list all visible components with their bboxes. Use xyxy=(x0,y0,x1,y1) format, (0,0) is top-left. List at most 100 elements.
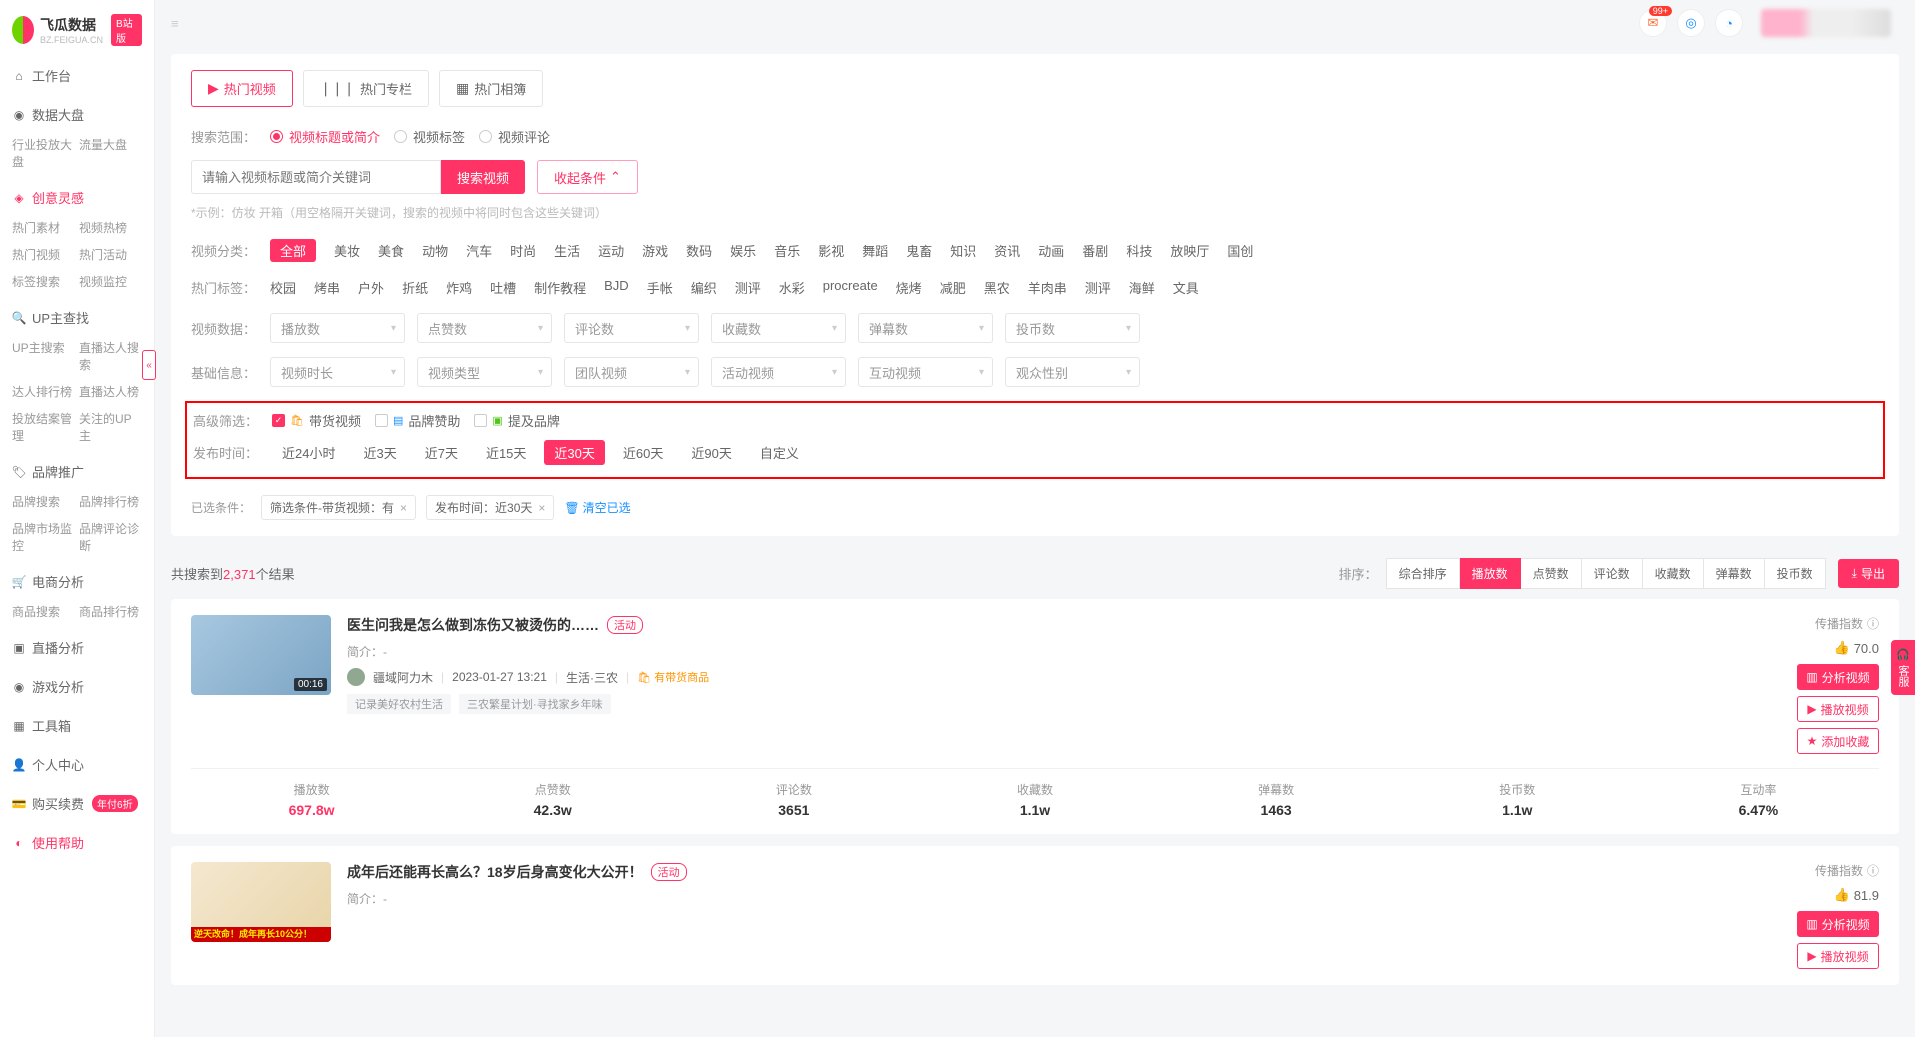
tag-item[interactable]: 测评 xyxy=(735,276,761,299)
sidebar-link[interactable]: 标签搜索 xyxy=(12,269,75,294)
sidebar-workstation[interactable]: ⌂工作台 xyxy=(12,58,142,93)
scope-title[interactable]: 视频标题或简介 xyxy=(270,127,380,146)
tag-item[interactable]: 羊肉串 xyxy=(1028,276,1067,299)
data-select[interactable]: 投币数 xyxy=(1005,313,1140,343)
sidebar-collapse-button[interactable]: « xyxy=(142,350,156,380)
sort-button[interactable]: 投币数 xyxy=(1765,558,1826,589)
data-select[interactable]: 弹幕数 xyxy=(858,313,993,343)
user-area[interactable] xyxy=(1753,9,1899,37)
data-select[interactable]: 点赞数 xyxy=(417,313,552,343)
sort-button[interactable]: 评论数 xyxy=(1582,558,1643,589)
data-select[interactable]: 播放数 xyxy=(270,313,405,343)
sidebar-ecom-head[interactable]: 🛒电商分析 xyxy=(12,564,142,599)
sidebar-purchase[interactable]: 💳购买续费年付6折 xyxy=(12,786,142,821)
category-item[interactable]: 生活 xyxy=(554,239,580,262)
remove-tag-icon[interactable]: × xyxy=(538,501,545,515)
export-button[interactable]: ⤓导出 xyxy=(1838,559,1899,588)
data-select[interactable]: 评论数 xyxy=(564,313,699,343)
video-thumbnail[interactable]: 逆天改命！成年再长10公分！ xyxy=(191,862,331,942)
action-button[interactable]: ▥分析视频 xyxy=(1797,664,1879,690)
category-item[interactable]: 汽车 xyxy=(466,239,492,262)
time-option[interactable]: 近24小时 xyxy=(272,440,345,465)
tag-item[interactable]: 编织 xyxy=(691,276,717,299)
info-select[interactable]: 视频类型 xyxy=(417,357,552,387)
tab-hot-album[interactable]: ▦热门相簿 xyxy=(439,70,543,107)
sidebar-live[interactable]: ▣直播分析 xyxy=(12,630,142,665)
tag-item[interactable]: 烧烤 xyxy=(896,276,922,299)
sidebar-link[interactable]: 达人排行榜 xyxy=(12,379,75,404)
info-select[interactable]: 活动视频 xyxy=(711,357,846,387)
sidebar-brand-head[interactable]: 🏷品牌推广 xyxy=(12,454,142,489)
video-title[interactable]: 医生问我是怎么做到冻伤又被烫伤的…… xyxy=(347,615,599,635)
category-item[interactable]: 动画 xyxy=(1038,239,1064,262)
remove-tag-icon[interactable]: × xyxy=(400,501,407,515)
sort-button[interactable]: 弹幕数 xyxy=(1704,558,1765,589)
video-title[interactable]: 成年后还能再长高么？18岁后身高变化大公开！ xyxy=(347,862,643,882)
scope-comment[interactable]: 视频评论 xyxy=(479,127,550,146)
sidebar-link[interactable]: 投放结案管理 xyxy=(12,406,75,448)
sidebar-link[interactable]: 热门活动 xyxy=(79,242,142,267)
check-goods-video[interactable]: ✓🛍带货视频 xyxy=(272,411,361,430)
category-item[interactable]: 全部 xyxy=(270,239,316,262)
sidebar-link[interactable]: 品牌搜索 xyxy=(12,489,75,514)
mail-notif[interactable]: ✉99+ xyxy=(1639,9,1667,37)
menu-toggle-icon[interactable]: ≡ xyxy=(171,16,179,31)
time-option[interactable]: 近90天 xyxy=(681,440,741,465)
info-select[interactable]: 视频时长 xyxy=(270,357,405,387)
action-button[interactable]: ▥分析视频 xyxy=(1797,911,1879,937)
tag-item[interactable]: 折纸 xyxy=(402,276,428,299)
sidebar-game[interactable]: ◉游戏分析 xyxy=(12,669,142,704)
action-button[interactable]: ▶播放视频 xyxy=(1797,696,1879,722)
category-item[interactable]: 美妆 xyxy=(334,239,360,262)
info-select[interactable]: 团队视频 xyxy=(564,357,699,387)
sidebar-link[interactable]: 直播达人搜索 xyxy=(79,335,142,377)
time-option[interactable]: 近7天 xyxy=(415,440,468,465)
time-option[interactable]: 近30天 xyxy=(544,440,604,465)
info-select[interactable]: 观众性别 xyxy=(1005,357,1140,387)
sort-button[interactable]: 点赞数 xyxy=(1521,558,1582,589)
sort-button[interactable]: 播放数 xyxy=(1460,558,1521,589)
info-icon[interactable]: ⓘ xyxy=(1867,615,1879,632)
category-item[interactable]: 放映厅 xyxy=(1170,239,1209,262)
category-item[interactable]: 鬼畜 xyxy=(906,239,932,262)
category-item[interactable]: 运动 xyxy=(598,239,624,262)
sidebar-link[interactable]: 流量大盘 xyxy=(79,132,142,174)
sidebar-link[interactable]: 品牌排行榜 xyxy=(79,489,142,514)
tag-item[interactable]: BJD xyxy=(604,276,629,299)
tag-item[interactable]: 校园 xyxy=(270,276,296,299)
sidebar-link[interactable]: 直播达人榜 xyxy=(79,379,142,404)
category-item[interactable]: 科技 xyxy=(1126,239,1152,262)
category-item[interactable]: 游戏 xyxy=(642,239,668,262)
category-item[interactable]: 音乐 xyxy=(774,239,800,262)
sidebar-data-head[interactable]: ◉数据大盘 xyxy=(12,97,142,132)
check-mention-brand[interactable]: ▣提及品牌 xyxy=(474,411,559,430)
category-item[interactable]: 影视 xyxy=(818,239,844,262)
action-button[interactable]: ★添加收藏 xyxy=(1797,728,1879,754)
time-option[interactable]: 近15天 xyxy=(476,440,536,465)
author-name[interactable]: 疆域阿力木 xyxy=(373,669,433,686)
sidebar-link[interactable]: 品牌评论诊断 xyxy=(79,516,142,558)
data-select[interactable]: 收藏数 xyxy=(711,313,846,343)
sort-button[interactable]: 收藏数 xyxy=(1643,558,1704,589)
collapse-conditions-button[interactable]: 收起条件⌃ xyxy=(537,160,638,194)
sidebar-help[interactable]: ◐使用帮助 xyxy=(12,825,142,860)
sidebar-link[interactable]: 商品排行榜 xyxy=(79,599,142,624)
sidebar-link[interactable]: 视频热榜 xyxy=(79,215,142,240)
sidebar-link[interactable]: 行业投放大盘 xyxy=(12,132,75,174)
sidebar-link[interactable]: 视频监控 xyxy=(79,269,142,294)
headphone-notif[interactable]: ◔ xyxy=(1715,9,1743,37)
check-brand-sponsor[interactable]: ▤品牌赞助 xyxy=(375,411,460,430)
tag-item[interactable]: 测评 xyxy=(1085,276,1111,299)
video-tag[interactable]: 三农繁星计划·寻找家乡年味 xyxy=(459,694,611,714)
sidebar-link[interactable]: 关注的UP主 xyxy=(79,406,142,448)
video-thumbnail[interactable]: 00:16 xyxy=(191,615,331,695)
tag-item[interactable]: procreate xyxy=(823,276,878,299)
info-select[interactable]: 互动视频 xyxy=(858,357,993,387)
tag-item[interactable]: 炸鸡 xyxy=(446,276,472,299)
app-notif[interactable]: ◎ xyxy=(1677,9,1705,37)
sidebar-link[interactable]: 品牌市场监控 xyxy=(12,516,75,558)
tag-item[interactable]: 手帐 xyxy=(647,276,673,299)
time-option[interactable]: 自定义 xyxy=(750,440,809,465)
tab-hot-video[interactable]: ▶热门视频 xyxy=(191,70,293,107)
sidebar-profile[interactable]: 👤个人中心 xyxy=(12,747,142,782)
